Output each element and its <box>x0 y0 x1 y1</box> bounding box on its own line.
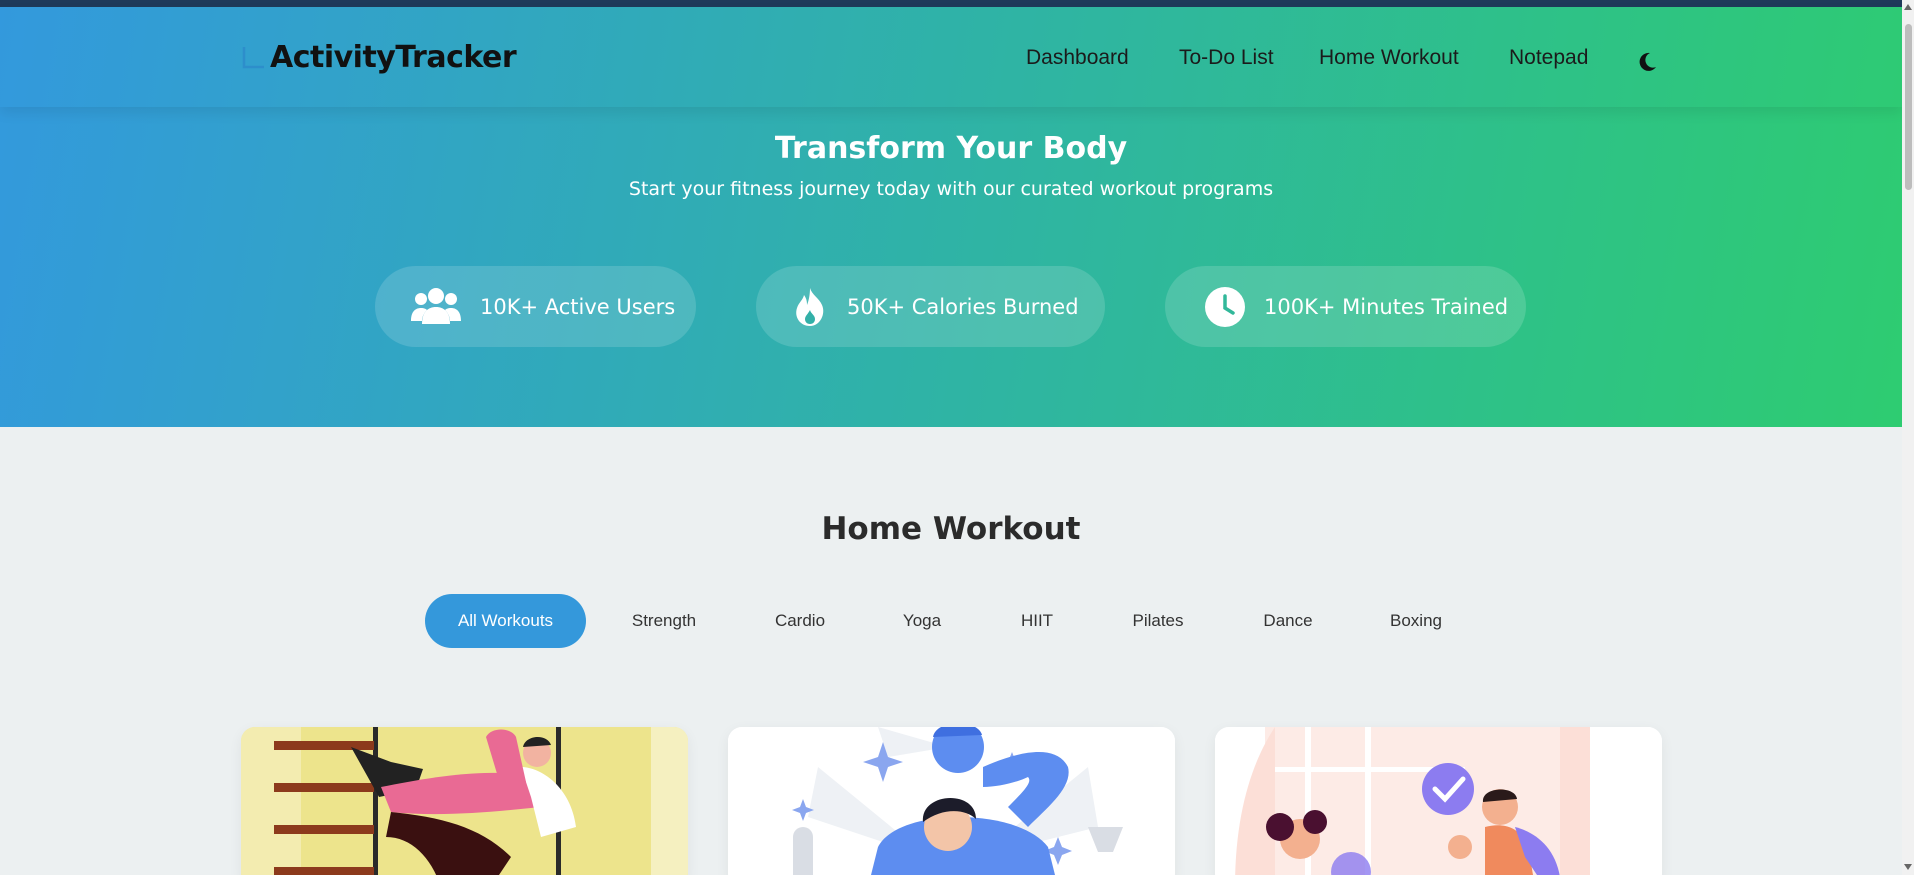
wall-bars-stretch-illustration <box>241 727 688 875</box>
stat-label: 10K+ Active Users <box>480 294 676 319</box>
brand-name: ActivityTracker <box>270 39 517 75</box>
self-confidence-illustration <box>728 727 1175 875</box>
workout-card[interactable] <box>241 727 688 875</box>
main-nav-todo: To-Do List <box>1179 43 1274 73</box>
top-strip <box>0 0 1902 7</box>
filter-boxing[interactable]: Boxing <box>1360 594 1472 648</box>
filter-strength[interactable]: Strength <box>608 594 720 648</box>
navbar: ActivityTracker Dashboard To-Do List Hom… <box>0 7 1902 107</box>
stat-label: 100K+ Minutes Trained <box>1264 294 1509 319</box>
users-icon <box>410 285 462 329</box>
filter-dance[interactable]: Dance <box>1232 594 1344 648</box>
scrollbar[interactable] <box>1902 0 1914 875</box>
fire-icon <box>790 285 830 329</box>
stat-active-users: 10K+ Active Users <box>375 266 696 347</box>
filter-hiit[interactable]: HIIT <box>981 594 1093 648</box>
nav-dashboard[interactable]: Dashboard <box>1026 46 1129 70</box>
filter-yoga[interactable]: Yoga <box>866 594 978 648</box>
brand-logo[interactable]: ActivityTracker <box>240 37 517 77</box>
filter-all-workouts[interactable]: All Workouts <box>425 594 586 648</box>
nav-notepad[interactable]: Notepad <box>1509 46 1588 70</box>
stat-minutes-trained: 100K+ Minutes Trained <box>1165 266 1526 347</box>
scroll-up-arrow-icon[interactable] <box>1904 4 1912 10</box>
main-nav-workout: Home Workout <box>1319 43 1459 73</box>
stat-label: 50K+ Calories Burned <box>847 294 1079 319</box>
filter-cardio[interactable]: Cardio <box>744 594 856 648</box>
workout-card[interactable] <box>728 727 1175 875</box>
scroll-down-arrow-icon[interactable] <box>1904 864 1912 870</box>
clock-icon <box>1204 285 1246 329</box>
hero-title: Transform Your Body <box>774 131 1128 166</box>
stat-calories-burned: 50K+ Calories Burned <box>756 266 1105 347</box>
moon-icon[interactable] <box>1636 51 1658 73</box>
section-title: Home Workout <box>821 511 1081 547</box>
chart-icon <box>242 47 264 69</box>
main-nav-notepad: Notepad <box>1509 43 1588 73</box>
workout-card[interactable] <box>1215 727 1662 875</box>
hero-subtitle: Start your fitness journey today with ou… <box>628 178 1274 200</box>
main-nav: Dashboard <box>1026 43 1129 73</box>
celebration-illustration <box>1215 727 1662 875</box>
nav-todo-list[interactable]: To-Do List <box>1179 46 1274 70</box>
scroll-thumb[interactable] <box>1905 24 1912 190</box>
nav-home-workout[interactable]: Home Workout <box>1319 46 1459 70</box>
filter-pilates[interactable]: Pilates <box>1102 594 1214 648</box>
